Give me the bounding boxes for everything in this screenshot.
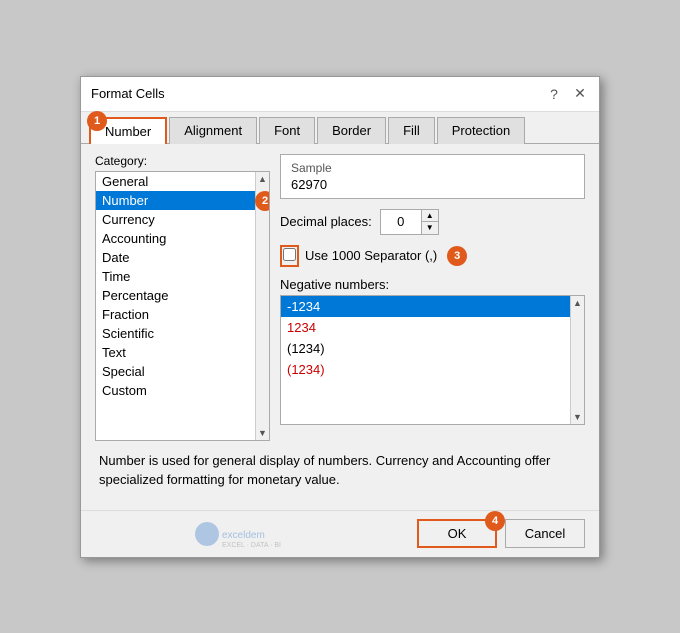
separator-checkbox-wrap [280,245,299,267]
tab-font[interactable]: Font [259,117,315,144]
svg-text:exceldem: exceldem [222,530,265,541]
watermark: exceldem EXCEL · DATA · BI [95,519,409,549]
category-item-currency[interactable]: Currency [96,210,255,229]
category-scrollbar[interactable]: ▲ ▼ [255,172,269,440]
neg-scroll-up[interactable]: ▲ [573,296,582,308]
negative-numbers-section: Negative numbers: -1234 1234 (1234) (123… [280,277,585,425]
badge-3: 3 [447,246,467,266]
neg-numbers-label: Negative numbers: [280,277,585,292]
spin-buttons: ▲ ▼ [421,210,438,234]
separator-row: Use 1000 Separator (,) 3 [280,245,585,267]
title-bar-controls: ? ✕ [545,85,589,103]
category-list-inner: General 2 Number Currency Accounting Dat… [96,172,269,400]
badge-4: 4 [485,511,505,531]
watermark-logo: exceldem EXCEL · DATA · BI [192,519,312,549]
right-panel: Sample 62970 Decimal places: ▲ ▼ [280,154,585,441]
tab-bar: 1 Number Alignment Font Border Fill Prot… [81,112,599,144]
neg-item-0[interactable]: -1234 [281,296,584,317]
dialog-body: Category: General 2 Number Currency Acco… [81,144,599,510]
tab-number[interactable]: 1 Number [89,117,167,144]
decimal-label: Decimal places: [280,214,372,229]
category-item-fraction[interactable]: Fraction [96,305,255,324]
category-item-scientific[interactable]: Scientific [96,324,255,343]
spin-up-button[interactable]: ▲ [422,210,438,222]
category-item-percentage[interactable]: Percentage [96,286,255,305]
category-item-general[interactable]: General [96,172,255,191]
neg-scrollbar[interactable]: ▲ ▼ [570,296,584,424]
sample-section: Sample 62970 [280,154,585,199]
category-item-custom[interactable]: Custom [96,381,255,400]
category-list[interactable]: General 2 Number Currency Accounting Dat… [95,171,270,441]
separator-checkbox[interactable] [283,248,296,261]
decimal-row: Decimal places: ▲ ▼ [280,209,585,235]
category-item-special[interactable]: Special [96,362,255,381]
footer: exceldem EXCEL · DATA · BI 4 OK Cancel [81,510,599,557]
neg-item-2[interactable]: (1234) [281,338,584,359]
separator-label: Use 1000 Separator (,) [305,248,437,263]
category-item-text[interactable]: Text [96,343,255,362]
badge-1: 1 [87,111,107,131]
tab-border[interactable]: Border [317,117,386,144]
spin-down-button[interactable]: ▼ [422,222,438,234]
badge-2: 2 [255,191,270,211]
sample-label: Sample [291,161,574,175]
main-area: Category: General 2 Number Currency Acco… [95,154,585,441]
scroll-up-arrow[interactable]: ▲ [258,172,267,184]
scroll-down-arrow[interactable]: ▼ [258,428,267,440]
title-bar: Format Cells ? ✕ [81,77,599,112]
cancel-button[interactable]: Cancel [505,519,585,548]
category-label: Category: [95,154,270,168]
neg-list[interactable]: -1234 1234 (1234) (1234) ▲ ▼ [280,295,585,425]
category-item-date[interactable]: Date [96,248,255,267]
decimal-input-wrap: ▲ ▼ [380,209,439,235]
neg-item-3[interactable]: (1234) [281,359,584,380]
ok-button[interactable]: 4 OK [417,519,497,548]
sample-value: 62970 [291,177,574,192]
neg-item-1[interactable]: 1234 [281,317,584,338]
tab-fill[interactable]: Fill [388,117,435,144]
neg-scroll-down[interactable]: ▼ [573,412,582,424]
category-item-number[interactable]: 2 Number [96,191,255,210]
format-cells-dialog: Format Cells ? ✕ 1 Number Alignment Font… [80,76,600,558]
tab-alignment[interactable]: Alignment [169,117,257,144]
tab-protection[interactable]: Protection [437,117,526,144]
decimal-input[interactable] [381,212,421,231]
dialog-title: Format Cells [91,86,165,101]
footer-buttons: 4 OK Cancel [417,519,585,548]
description-area: Number is used for general display of nu… [95,441,585,500]
category-item-accounting[interactable]: Accounting [96,229,255,248]
category-panel: Category: General 2 Number Currency Acco… [95,154,270,441]
help-button[interactable]: ? [545,85,563,103]
close-button[interactable]: ✕ [571,85,589,103]
category-item-time[interactable]: Time [96,267,255,286]
svg-text:EXCEL · DATA · BI: EXCEL · DATA · BI [222,542,281,549]
